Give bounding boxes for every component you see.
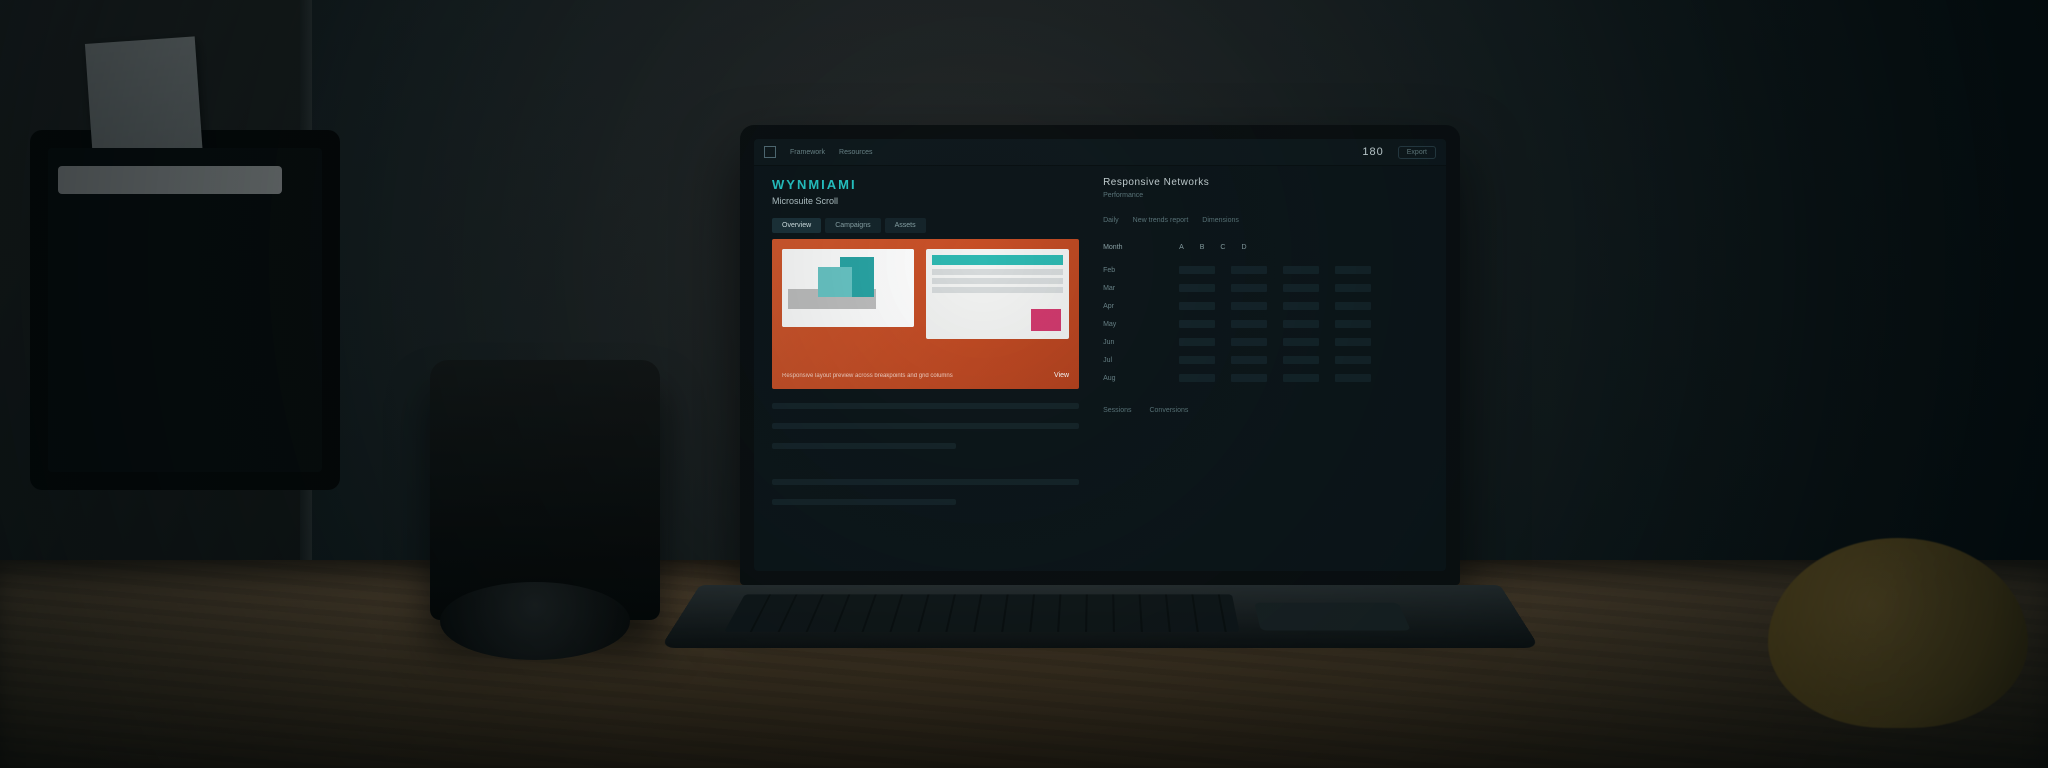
tab-assets[interactable]: Assets: [885, 218, 926, 233]
nav-link-2[interactable]: Resources: [839, 149, 872, 156]
brand-subtitle: Microsuite Scroll: [772, 196, 1079, 206]
keyboard[interactable]: [724, 594, 1240, 632]
row-label: Jul: [1103, 357, 1163, 364]
table-row: May: [1103, 315, 1430, 333]
dashboard-body: WYNMIAMI Microsuite Scroll Overview Camp…: [754, 165, 1446, 571]
tablet-screen: [48, 148, 322, 472]
desk-scene: Framework Resources 180 Export WYNMIAMI …: [0, 0, 2048, 768]
cell: [1283, 302, 1319, 310]
laptop: Framework Resources 180 Export WYNMIAMI …: [740, 125, 1460, 685]
body-text-line: [772, 479, 1079, 485]
cell: [1335, 374, 1371, 382]
cell: [1283, 374, 1319, 382]
cell: [1283, 338, 1319, 346]
body-text-line: [772, 423, 1079, 429]
cell: [1179, 338, 1215, 346]
cell: [1335, 266, 1371, 274]
topbar-metric: 180: [1362, 146, 1383, 158]
laptop-deck: [660, 585, 1540, 648]
filter-daily[interactable]: Daily: [1103, 217, 1119, 224]
cell: [1231, 302, 1267, 310]
cell: [1283, 320, 1319, 328]
legend-sessions: Sessions: [1103, 407, 1131, 414]
cell: [1231, 320, 1267, 328]
row-label: Aug: [1103, 375, 1163, 382]
cell: [1335, 302, 1371, 310]
tablet-search-bar[interactable]: [58, 166, 282, 194]
cell: [1283, 284, 1319, 292]
table-row: Feb: [1103, 261, 1430, 279]
cell: [1231, 338, 1267, 346]
table-row: Aug: [1103, 369, 1430, 387]
right-column: Responsive Networks Performance Daily Ne…: [1093, 165, 1446, 571]
preview-table-header: [932, 255, 1064, 265]
speaker-base: [440, 582, 630, 660]
table-row: Jul: [1103, 351, 1430, 369]
hero-panel: Responsive layout preview across breakpo…: [772, 239, 1079, 389]
tab-campaigns[interactable]: Campaigns: [825, 218, 880, 233]
tablet-device: [30, 130, 340, 490]
col-c: C: [1220, 244, 1225, 251]
table-row: Jun: [1103, 333, 1430, 351]
section-tabs: Overview Campaigns Assets: [772, 218, 1079, 233]
trackpad[interactable]: [1254, 603, 1411, 631]
table-row: Mar: [1103, 279, 1430, 297]
app-topbar: Framework Resources 180 Export: [754, 139, 1446, 166]
cell: [1179, 320, 1215, 328]
filter-dimensions[interactable]: Dimensions: [1202, 217, 1239, 224]
hero-caption: Responsive layout preview across breakpo…: [782, 373, 1039, 379]
cell: [1283, 266, 1319, 274]
cell: [1179, 266, 1215, 274]
row-label: Jun: [1103, 339, 1163, 346]
cell: [1231, 266, 1267, 274]
right-title: Responsive Networks: [1103, 177, 1430, 188]
hero-preview-table[interactable]: [926, 249, 1070, 339]
cell: [1335, 284, 1371, 292]
right-subtitle: Performance: [1103, 192, 1430, 199]
laptop-screen: Framework Resources 180 Export WYNMIAMI …: [754, 139, 1446, 571]
row-label: Mar: [1103, 285, 1163, 292]
preview-accent-block: [1031, 309, 1061, 331]
cell: [1179, 356, 1215, 364]
cell: [1335, 338, 1371, 346]
filter-trends[interactable]: New trends report: [1133, 217, 1189, 224]
data-table: Feb Mar Apr: [1103, 261, 1430, 387]
cell: [1179, 302, 1215, 310]
cell: [1283, 356, 1319, 364]
tab-overview[interactable]: Overview: [772, 218, 821, 233]
brand-title: WYNMIAMI: [772, 177, 1079, 192]
home-icon[interactable]: [764, 146, 776, 158]
cell: [1179, 374, 1215, 382]
table-row: Apr: [1103, 297, 1430, 315]
hero-preview-chart[interactable]: [782, 249, 914, 327]
col-month: Month: [1103, 244, 1163, 251]
table-legend: Sessions Conversions: [1103, 407, 1430, 414]
desk-speaker: [430, 360, 660, 620]
row-label: Apr: [1103, 303, 1163, 310]
table-head: Month A B C D: [1103, 244, 1430, 251]
cell: [1231, 284, 1267, 292]
laptop-lid: Framework Resources 180 Export WYNMIAMI …: [740, 125, 1460, 585]
nav-link-1[interactable]: Framework: [790, 149, 825, 156]
row-label: May: [1103, 321, 1163, 328]
cell: [1335, 356, 1371, 364]
cell: [1231, 374, 1267, 382]
row-label: Feb: [1103, 267, 1163, 274]
preview-table-row: [932, 269, 1064, 275]
hero-view-button[interactable]: View: [1054, 372, 1069, 379]
right-filters: Daily New trends report Dimensions: [1103, 217, 1430, 224]
cell: [1335, 320, 1371, 328]
preview-table-row: [932, 278, 1064, 284]
body-text-line: [772, 403, 1079, 409]
body-text-line: [772, 499, 956, 505]
col-b: B: [1200, 244, 1205, 251]
cell: [1179, 284, 1215, 292]
left-column: WYNMIAMI Microsuite Scroll Overview Camp…: [754, 165, 1093, 571]
topbar-action[interactable]: Export: [1398, 146, 1436, 159]
preview-table-row: [932, 287, 1064, 293]
col-d: D: [1241, 244, 1246, 251]
legend-conversions: Conversions: [1149, 407, 1188, 414]
col-a: A: [1179, 244, 1184, 251]
cell: [1231, 356, 1267, 364]
